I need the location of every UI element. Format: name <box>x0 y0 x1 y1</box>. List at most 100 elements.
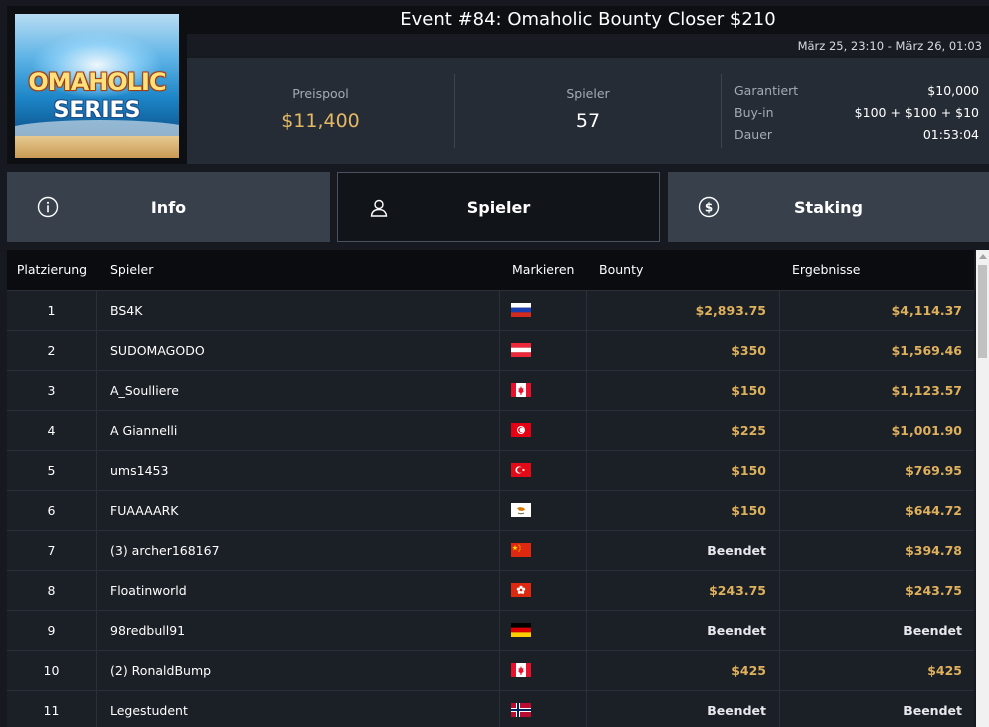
event-title: Event #84: Omaholic Bounty Closer $210 <box>400 9 776 30</box>
row-result: $425 <box>927 663 962 678</box>
norway-flag-icon <box>511 703 531 717</box>
detail-row-guaranteed: Garantiert $10,000 <box>734 80 979 102</box>
detail-value: 01:53:04 <box>922 127 979 142</box>
row-flag-cell <box>500 531 587 570</box>
table-row[interactable]: 11 Legestudent Beendet Beendet <box>7 690 974 727</box>
table-row[interactable]: 6 FUAAAARK $150 $644.72 <box>7 490 974 530</box>
table-row[interactable]: 8 Floatinworld $243.75 $243.75 <box>7 570 974 610</box>
row-flag-cell <box>500 291 587 330</box>
row-player: SUDOMAGODO <box>97 331 500 370</box>
prize-pool-stat: Preispool $11,400 <box>187 58 454 164</box>
row-result: $644.72 <box>905 503 962 518</box>
row-flag-cell <box>500 411 587 450</box>
event-stats-panel: Preispool $11,400 Spieler 57 Garantiert … <box>187 58 989 164</box>
row-player: Legestudent <box>97 691 500 727</box>
user-icon <box>370 199 388 217</box>
row-flag-cell <box>500 331 587 370</box>
table-row[interactable]: 9 98redbull91 Beendet Beendet <box>7 610 974 650</box>
row-player: (3) archer168167 <box>97 531 500 570</box>
row-bounty: Beendet <box>587 531 780 570</box>
row-place: 3 <box>7 371 97 410</box>
header-place[interactable]: Platzierung <box>7 250 97 289</box>
row-result: $4,114.37 <box>891 303 962 318</box>
row-bounty: $225 <box>587 411 780 450</box>
prize-pool-label: Preispool <box>292 86 349 101</box>
table-row[interactable]: 4 A Giannelli $225 $1,001.90 <box>7 410 974 450</box>
row-place: 7 <box>7 531 97 570</box>
header-flag[interactable]: Markieren <box>500 250 587 289</box>
row-result: Beendet <box>903 623 962 638</box>
table-row[interactable]: 10 (2) RonaldBump $425 $425 <box>7 650 974 690</box>
row-bounty: $425 <box>587 651 780 690</box>
row-bounty: $150 <box>587 491 780 530</box>
row-bounty: $150 <box>587 371 780 410</box>
staking-dollar-icon: $ <box>698 196 720 218</box>
row-place: 4 <box>7 411 97 450</box>
row-result: $1,123.57 <box>891 383 962 398</box>
scroll-up-arrow-icon[interactable] <box>979 254 987 259</box>
row-place: 10 <box>7 651 97 690</box>
detail-value: $10,000 <box>927 83 979 98</box>
table-row[interactable]: 1 BS4K $2,893.75 $4,114.37 <box>7 290 974 330</box>
tab-info[interactable]: Info <box>7 172 330 242</box>
row-result: $1,001.90 <box>891 423 962 438</box>
row-bounty: Beendet <box>587 611 780 650</box>
svg-text:$: $ <box>705 201 713 215</box>
row-bounty: $150 <box>587 451 780 490</box>
omaholic-series-logo-image: OMAHOLIC SERIES <box>15 14 179 158</box>
row-player: FUAAAARK <box>97 491 500 530</box>
row-flag-cell <box>500 491 587 530</box>
row-result: Beendet <box>903 703 962 718</box>
row-result: $1,569.46 <box>891 343 962 358</box>
header-result[interactable]: Ergebnisse <box>780 250 974 289</box>
row-bounty: $2,893.75 <box>587 291 780 330</box>
row-place: 1 <box>7 291 97 330</box>
table-row[interactable]: 5 ums1453 $150 $769.95 <box>7 450 974 490</box>
players-label: Spieler <box>566 86 610 101</box>
detail-row-duration: Dauer 01:53:04 <box>734 124 979 146</box>
row-place: 6 <box>7 491 97 530</box>
players-table: Platzierung Spieler Markieren Bounty Erg… <box>7 250 974 727</box>
turkey-flag-icon <box>511 463 531 477</box>
detail-value: $100 + $100 + $10 <box>854 105 979 120</box>
table-row[interactable]: 2 SUDOMAGODO $350 $1,569.46 <box>7 330 974 370</box>
detail-key: Buy-in <box>734 105 774 120</box>
row-place: 8 <box>7 571 97 610</box>
tab-players[interactable]: Spieler <box>337 172 660 242</box>
china-flag-icon <box>511 543 531 557</box>
row-place: 2 <box>7 331 97 370</box>
tab-staking[interactable]: $ Staking <box>668 172 989 242</box>
germany-flag-icon <box>511 623 531 637</box>
canada-flag-icon <box>511 383 531 397</box>
table-scrollbar[interactable] <box>976 250 989 727</box>
row-bounty: $350 <box>587 331 780 370</box>
info-icon <box>37 196 59 218</box>
event-details: Garantiert $10,000 Buy-in $100 + $100 + … <box>734 80 979 146</box>
row-flag-cell <box>500 651 587 690</box>
row-bounty: Beendet <box>587 691 780 727</box>
detail-key: Garantiert <box>734 83 799 98</box>
row-result: $243.75 <box>905 583 962 598</box>
row-player: A_Soulliere <box>97 371 500 410</box>
row-flag-cell <box>500 691 587 727</box>
row-player: BS4K <box>97 291 500 330</box>
prize-pool-value: $11,400 <box>281 110 360 132</box>
scrollbar-thumb[interactable] <box>978 265 987 358</box>
table-row[interactable]: 3 A_Soulliere $150 $1,123.57 <box>7 370 974 410</box>
row-player: 98redbull91 <box>97 611 500 650</box>
cyprus-flag-icon <box>511 503 531 517</box>
row-bounty: $243.75 <box>587 571 780 610</box>
row-flag-cell <box>500 611 587 650</box>
row-place: 5 <box>7 451 97 490</box>
canada-flag-icon <box>511 663 531 677</box>
row-flag-cell <box>500 451 587 490</box>
table-row[interactable]: 7 (3) archer168167 Beendet $394.78 <box>7 530 974 570</box>
header-player[interactable]: Spieler <box>97 250 500 289</box>
event-logo: OMAHOLIC SERIES <box>7 6 187 164</box>
header-bounty[interactable]: Bounty <box>587 250 780 289</box>
logo-subtitle: SERIES <box>53 98 141 123</box>
players-stat: Spieler 57 <box>454 74 722 148</box>
detail-key: Dauer <box>734 127 773 142</box>
players-value: 57 <box>575 110 601 132</box>
row-place: 11 <box>7 691 97 727</box>
